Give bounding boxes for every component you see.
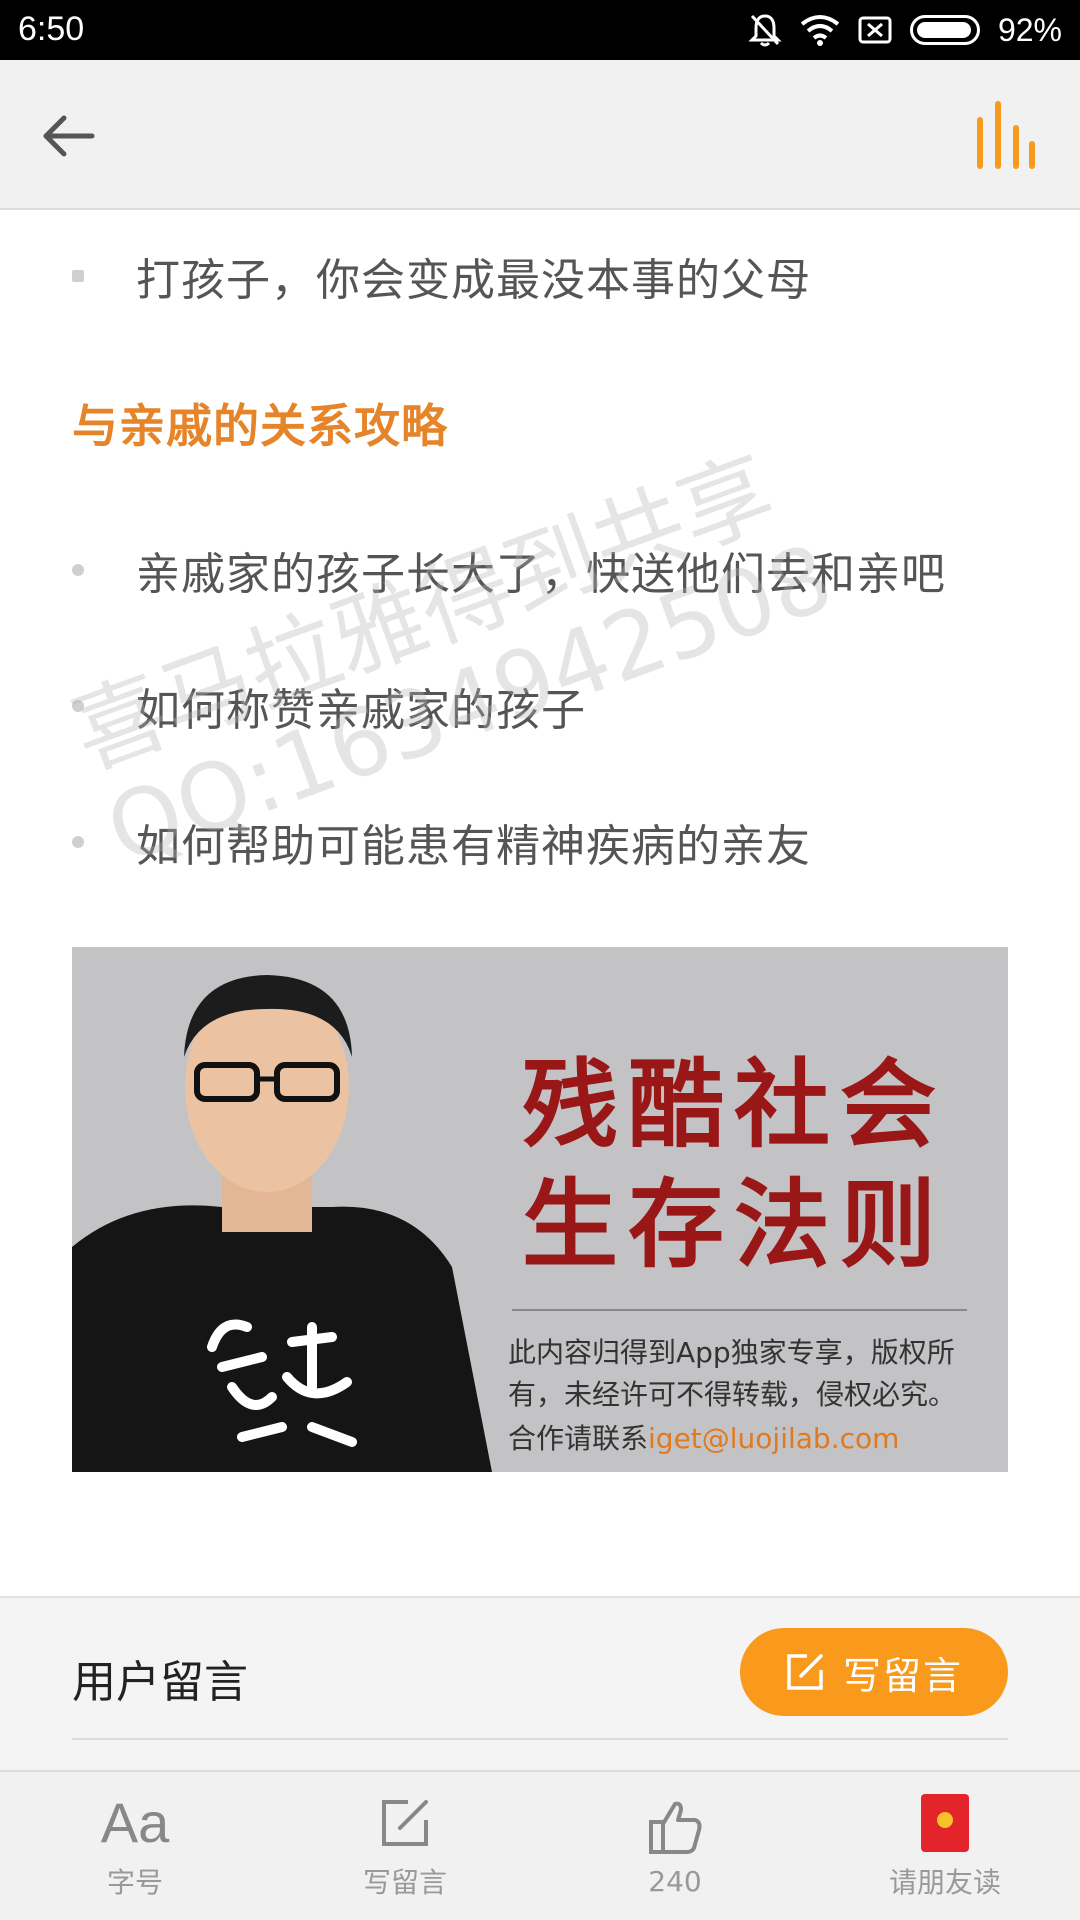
write-comment-label: 写留言 xyxy=(842,1653,963,1698)
bullet-icon xyxy=(72,700,84,712)
list-item-text: 亲戚家的孩子长大了，快送他们去和亲吧 xyxy=(136,549,946,600)
course-banner-image: 残酷社会 生存法则 此内容归得到App独家专享，版权所有，未经许可不得转载，侵权… xyxy=(72,947,1008,1472)
list-item: 如何称赞亲戚家的孩子 xyxy=(72,674,586,738)
thumbs-up-icon xyxy=(647,1795,703,1859)
list-item: 打孩子，你会变成最没本事的父母 xyxy=(72,244,811,308)
section-title: 与亲戚的关系攻略 xyxy=(72,399,448,453)
status-time: 6:50 xyxy=(18,10,85,48)
tab-like[interactable]: 240 xyxy=(540,1772,810,1920)
wifi-icon xyxy=(800,15,840,46)
bullet-icon xyxy=(72,270,84,282)
contact-prefix: 合作请联系 xyxy=(508,1422,649,1455)
bottom-toolbar: Aa 字号 写留言 240 请朋友读 xyxy=(0,1770,1080,1920)
divider xyxy=(72,1738,1008,1740)
battery-percent: 92% xyxy=(997,11,1062,48)
edit-icon xyxy=(378,1791,432,1855)
author-photo xyxy=(72,947,502,1472)
battery-icon xyxy=(909,15,980,45)
banner-divider xyxy=(512,1309,967,1311)
red-envelope-shape xyxy=(921,1794,969,1852)
article-content: 打孩子，你会变成最没本事的父母 与亲戚的关系攻略 亲戚家的孩子长大了，快送他们去… xyxy=(0,212,1080,1592)
list-item: 亲戚家的孩子长大了，快送他们去和亲吧 xyxy=(72,538,946,602)
list-item: 如何帮助可能患有精神疾病的亲友 xyxy=(72,810,811,874)
tab-share-friend[interactable]: 请朋友读 xyxy=(810,1772,1080,1920)
bullet-icon xyxy=(72,564,84,576)
like-count: 240 xyxy=(648,1864,702,1898)
list-item-text: 如何称赞亲戚家的孩子 xyxy=(136,685,586,736)
banner-copyright: 此内容归得到App独家专享，版权所有，未经许可不得转载，侵权必究。 xyxy=(508,1336,957,1411)
app-bar xyxy=(0,60,1080,210)
sim-off-icon xyxy=(858,16,892,44)
list-item-text: 如何帮助可能患有精神疾病的亲友 xyxy=(136,821,811,872)
banner-title-line1: 残酷社会 xyxy=(522,1048,946,1161)
status-icons: 92% xyxy=(748,8,1062,52)
banner-title-line2: 生存法则 xyxy=(522,1168,946,1281)
tab-label: 写留言 xyxy=(362,1866,447,1899)
comments-label: 用户留言 xyxy=(72,1657,248,1708)
edit-icon xyxy=(787,1654,823,1690)
tab-write-comment[interactable]: 写留言 xyxy=(270,1772,540,1920)
banner-contact: 合作请联系iget@luojilab.com xyxy=(508,1417,899,1457)
font-size-glyph: Aa xyxy=(100,1791,170,1854)
tab-font-size[interactable]: Aa 字号 xyxy=(0,1772,270,1920)
write-comment-button[interactable]: 写留言 xyxy=(740,1628,1008,1716)
status-bar: 6:50 92% xyxy=(0,0,1080,60)
bullet-icon xyxy=(72,836,84,848)
comments-header: 用户留言 写留言 xyxy=(0,1596,1080,1770)
tab-label: 字号 xyxy=(106,1866,163,1899)
font-size-icon: Aa xyxy=(101,1791,170,1855)
bell-off-icon xyxy=(748,14,782,47)
tab-label: 请朋友读 xyxy=(888,1866,1001,1899)
red-envelope-icon xyxy=(921,1791,969,1855)
list-item-text: 打孩子，你会变成最没本事的父母 xyxy=(136,255,811,306)
contact-email: iget@luojilab.com xyxy=(648,1422,900,1455)
audio-bars-icon[interactable] xyxy=(974,100,1038,170)
arrow-left-icon[interactable] xyxy=(38,106,98,166)
